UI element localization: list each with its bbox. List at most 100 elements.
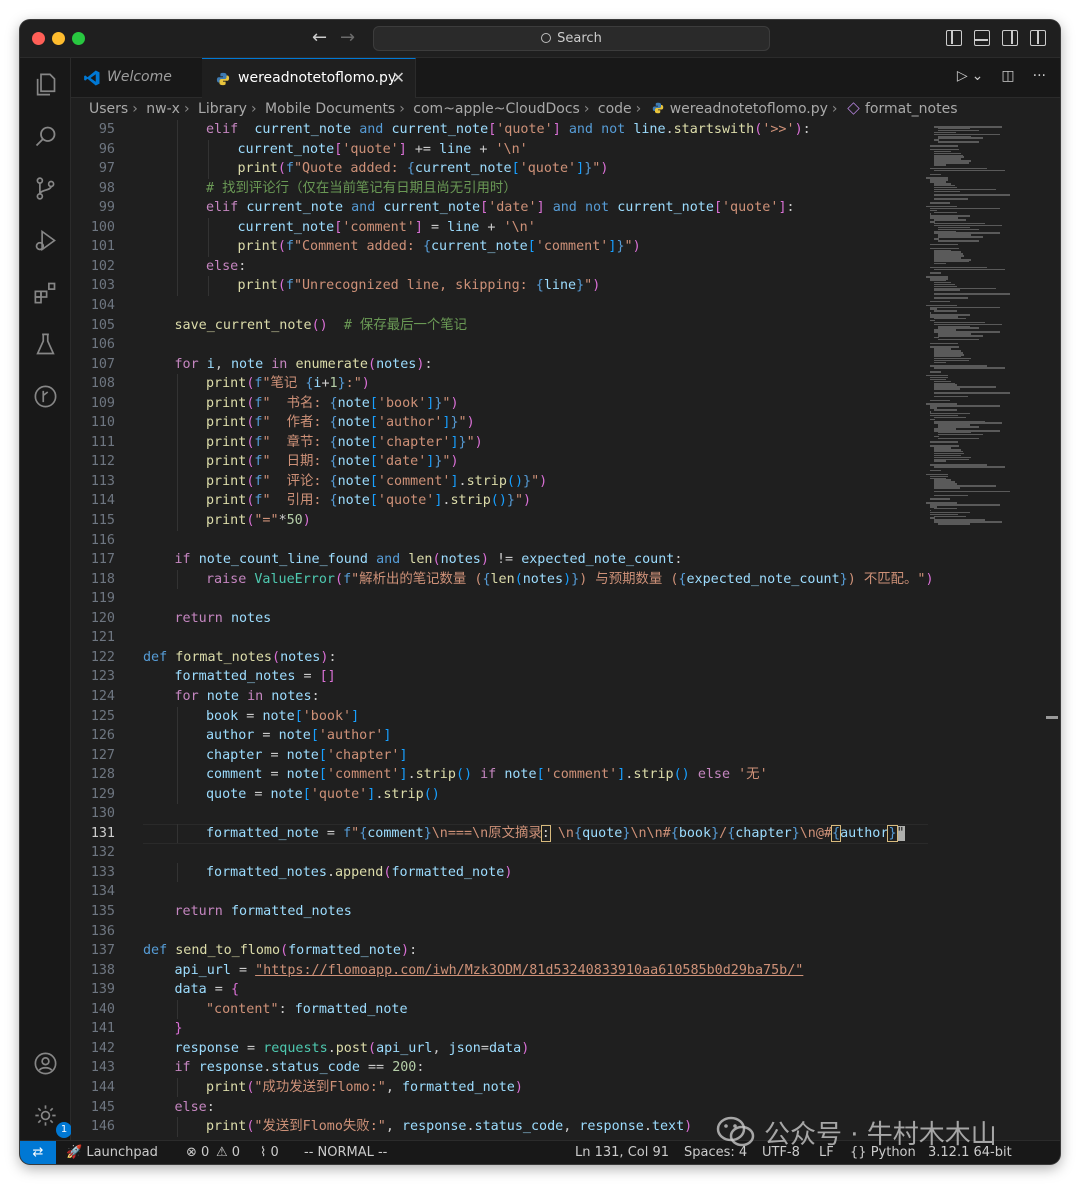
code-line[interactable]: elif current_note and current_note['date… — [206, 198, 795, 218]
problems-warnings[interactable]: ⚠ 0 — [216, 1141, 240, 1164]
source-control-icon[interactable] — [32, 175, 59, 202]
split-editor-icon[interactable]: ◫ — [1001, 68, 1014, 84]
run-and-debug-icon[interactable] — [32, 227, 59, 254]
line-number: 108 — [90, 376, 115, 392]
code-line[interactable]: def send_to_flomo(formatted_note): — [143, 941, 417, 961]
testing-flask-icon[interactable] — [32, 331, 59, 358]
code-line[interactable]: print(f"笔记 {i+1}:") — [206, 374, 370, 394]
window-close-button[interactable] — [32, 32, 45, 45]
code-line[interactable]: print("="*50) — [206, 511, 311, 531]
code-line[interactable]: quote = note['quote'].strip() — [206, 785, 440, 805]
code-token: : — [311, 688, 320, 704]
code-line[interactable]: print("发送到Flomo失败:", response.status_cod… — [206, 1117, 692, 1137]
cursor-position[interactable]: Ln 131, Col 91 — [575, 1141, 669, 1164]
code-line[interactable]: author = note['author'] — [206, 726, 391, 746]
minimap[interactable] — [926, 120, 1046, 1140]
line-number: 130 — [90, 806, 115, 822]
window-maximize-button[interactable] — [72, 32, 85, 45]
code-line[interactable]: print(f" 章节: {note['chapter']}") — [206, 433, 483, 453]
toggle-panel-icon[interactable] — [974, 30, 990, 46]
code-line[interactable]: if response.status_code == 200: — [175, 1058, 425, 1078]
breadcrumb-item[interactable]: Mobile Documents — [265, 101, 395, 117]
code-line[interactable]: save_current_note() # 保存最后一个笔记 — [175, 316, 468, 336]
code-token: print — [206, 434, 247, 450]
code-line[interactable]: for note in notes: — [175, 687, 320, 707]
toggle-primary-sidebar-icon[interactable] — [946, 30, 962, 46]
problems-errors[interactable]: ⊗ 0 — [186, 1141, 209, 1164]
code-line[interactable]: print(f"Comment added: {current_note['co… — [238, 237, 641, 257]
remote-indicator[interactable]: ⇄ — [20, 1141, 56, 1164]
code-line[interactable]: comment = note['comment'].strip() if not… — [206, 765, 768, 785]
code-token: { — [406, 161, 415, 177]
code-line[interactable]: data = { — [175, 980, 240, 1000]
code-line[interactable]: print(f" 引用: {note['quote'].strip()}") — [206, 491, 531, 511]
code-line[interactable]: elif current_note and current_note['quot… — [206, 120, 811, 140]
launchpad-item[interactable]: 🚀 Launchpad — [66, 1141, 158, 1164]
code-line[interactable]: current_note['comment'] = line + '\n' — [238, 218, 536, 238]
breadcrumb-item[interactable]: Library — [198, 101, 247, 117]
toggle-secondary-sidebar-icon[interactable] — [1002, 30, 1018, 46]
code-token: api_url — [376, 1040, 433, 1056]
code-line[interactable]: for i, note in enumerate(notes): — [175, 355, 433, 375]
breadcrumb-item[interactable]: com~apple~CloudDocs — [413, 101, 580, 117]
code-line[interactable]: if note_count_line_found and len(notes) … — [175, 550, 683, 570]
breadcrumb-item[interactable]: format_notes — [865, 101, 958, 117]
code-token: strip — [466, 473, 507, 489]
code-line[interactable]: api_url = "https://flomoapp.com/iwh/Mzk3… — [175, 961, 804, 981]
code-editor[interactable]: 95 96 97 98 99 100 101 102 103 104 105 106 107 108 109… — [71, 120, 1060, 1140]
accounts-icon[interactable] — [32, 1050, 59, 1077]
tab-wereadnotetoflomo[interactable]: wereadnotetoflomo.py ✕ — [202, 58, 416, 98]
more-actions-icon[interactable]: ··· — [1033, 68, 1046, 84]
command-center-search[interactable]: Search — [373, 26, 770, 51]
code-line[interactable]: print(f" 日期: {note['date']}") — [206, 452, 459, 472]
code-line[interactable]: # 找到评论行（仅在当前笔记有日期且尚无引用时） — [206, 179, 517, 199]
customize-layout-icon[interactable] — [1030, 30, 1046, 46]
code-line[interactable]: return formatted_notes — [175, 902, 352, 922]
code-line[interactable]: book = note['book'] — [206, 707, 359, 727]
code-line[interactable]: "content": formatted_note — [206, 1000, 408, 1020]
ports-item[interactable]: ⌇ 0 — [260, 1141, 279, 1164]
code-line[interactable]: response = requests.post(api_url, json=d… — [175, 1039, 530, 1059]
code-line[interactable]: else: — [175, 1098, 215, 1118]
code-line[interactable]: formatted_notes.append(formatted_note) — [206, 863, 512, 883]
code-line[interactable]: print(f" 评论: {note['comment'].strip()}") — [206, 472, 547, 492]
code-line[interactable]: } — [175, 1019, 183, 1039]
code-token: ] — [383, 728, 392, 744]
search-view-icon[interactable] — [32, 123, 59, 150]
code-line[interactable]: def format_notes(notes): — [143, 648, 337, 668]
tab-welcome[interactable]: Welcome — [71, 58, 201, 98]
code-token: print — [237, 161, 278, 177]
close-tab-icon[interactable]: ✕ — [392, 59, 405, 97]
manage-gear-icon[interactable]: 1 — [32, 1102, 72, 1138]
code-line[interactable]: print(f"Unrecognized line, skipping: {li… — [238, 276, 601, 296]
code-line[interactable]: print(f"Quote added: {current_note['quot… — [238, 159, 609, 179]
extensions-icon[interactable] — [32, 279, 59, 306]
code-token: " — [896, 825, 905, 841]
breadcrumb-item[interactable]: nw-x — [146, 101, 180, 117]
code-token: ] — [399, 747, 408, 763]
breadcrumb-item[interactable]: Users — [89, 101, 128, 117]
run-python-file-icon[interactable]: ▷ — [957, 68, 968, 84]
window-minimize-button[interactable] — [52, 32, 65, 45]
git-graph-icon[interactable] — [32, 383, 59, 410]
breadcrumb-item[interactable]: wereadnotetoflomo.py — [670, 101, 828, 117]
code-line[interactable]: return notes — [175, 609, 272, 629]
breadcrumb-item[interactable]: code — [598, 101, 632, 117]
code-line[interactable]: chapter = note['chapter'] — [206, 746, 408, 766]
code-line[interactable]: print("成功发送到Flomo:", formatted_note) — [206, 1078, 523, 1098]
code-line[interactable]: raise ValueError(f"解析出的笔记数量 ({len(notes)… — [206, 570, 934, 590]
explorer-icon[interactable] — [32, 71, 59, 98]
code-line[interactable]: formatted_notes = [] — [175, 667, 336, 687]
go-back-button[interactable]: ← — [312, 27, 327, 49]
code-line[interactable]: current_note['quote'] += line + '\n' — [238, 140, 528, 160]
indent-guide — [176, 256, 178, 277]
code-line[interactable]: else: — [206, 257, 246, 277]
run-options-chevron-icon[interactable]: ⌄ — [972, 68, 984, 84]
line-number-gutter: 95 96 97 98 99 100 101 102 103 104 105 106 107 108 109… — [71, 120, 141, 1140]
code-line[interactable]: formatted_note = f"{comment}\n===\n原文摘录:… — [206, 824, 905, 844]
go-forward-button[interactable]: → — [340, 27, 355, 49]
scrollbar-position-marker[interactable] — [1046, 716, 1058, 719]
code-line[interactable]: print(f" 书名: {note['book']}") — [206, 394, 459, 414]
code-line[interactable]: print(f" 作者: {note['author']}") — [206, 413, 475, 433]
